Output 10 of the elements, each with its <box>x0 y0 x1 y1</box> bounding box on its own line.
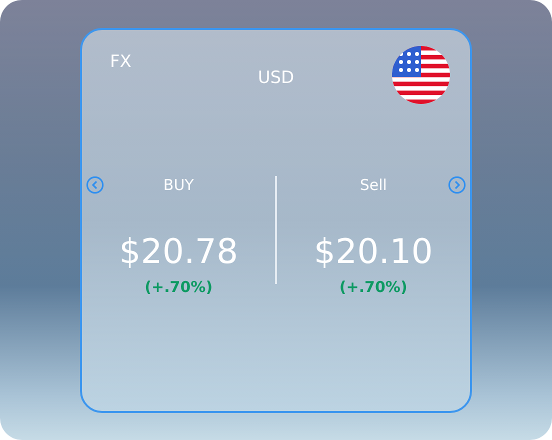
price-value: $20.78 <box>119 232 238 272</box>
previous-button[interactable] <box>86 176 104 194</box>
card-label: FX <box>110 51 132 74</box>
currency-code: USD <box>258 68 294 88</box>
change-percent: (+.70%) <box>144 277 213 298</box>
quote-label: BUY <box>163 176 194 194</box>
price-value: $20.10 <box>314 232 433 272</box>
quote-label: Sell <box>360 176 387 194</box>
next-button[interactable] <box>448 176 466 194</box>
change-percent: (+.70%) <box>339 277 408 298</box>
